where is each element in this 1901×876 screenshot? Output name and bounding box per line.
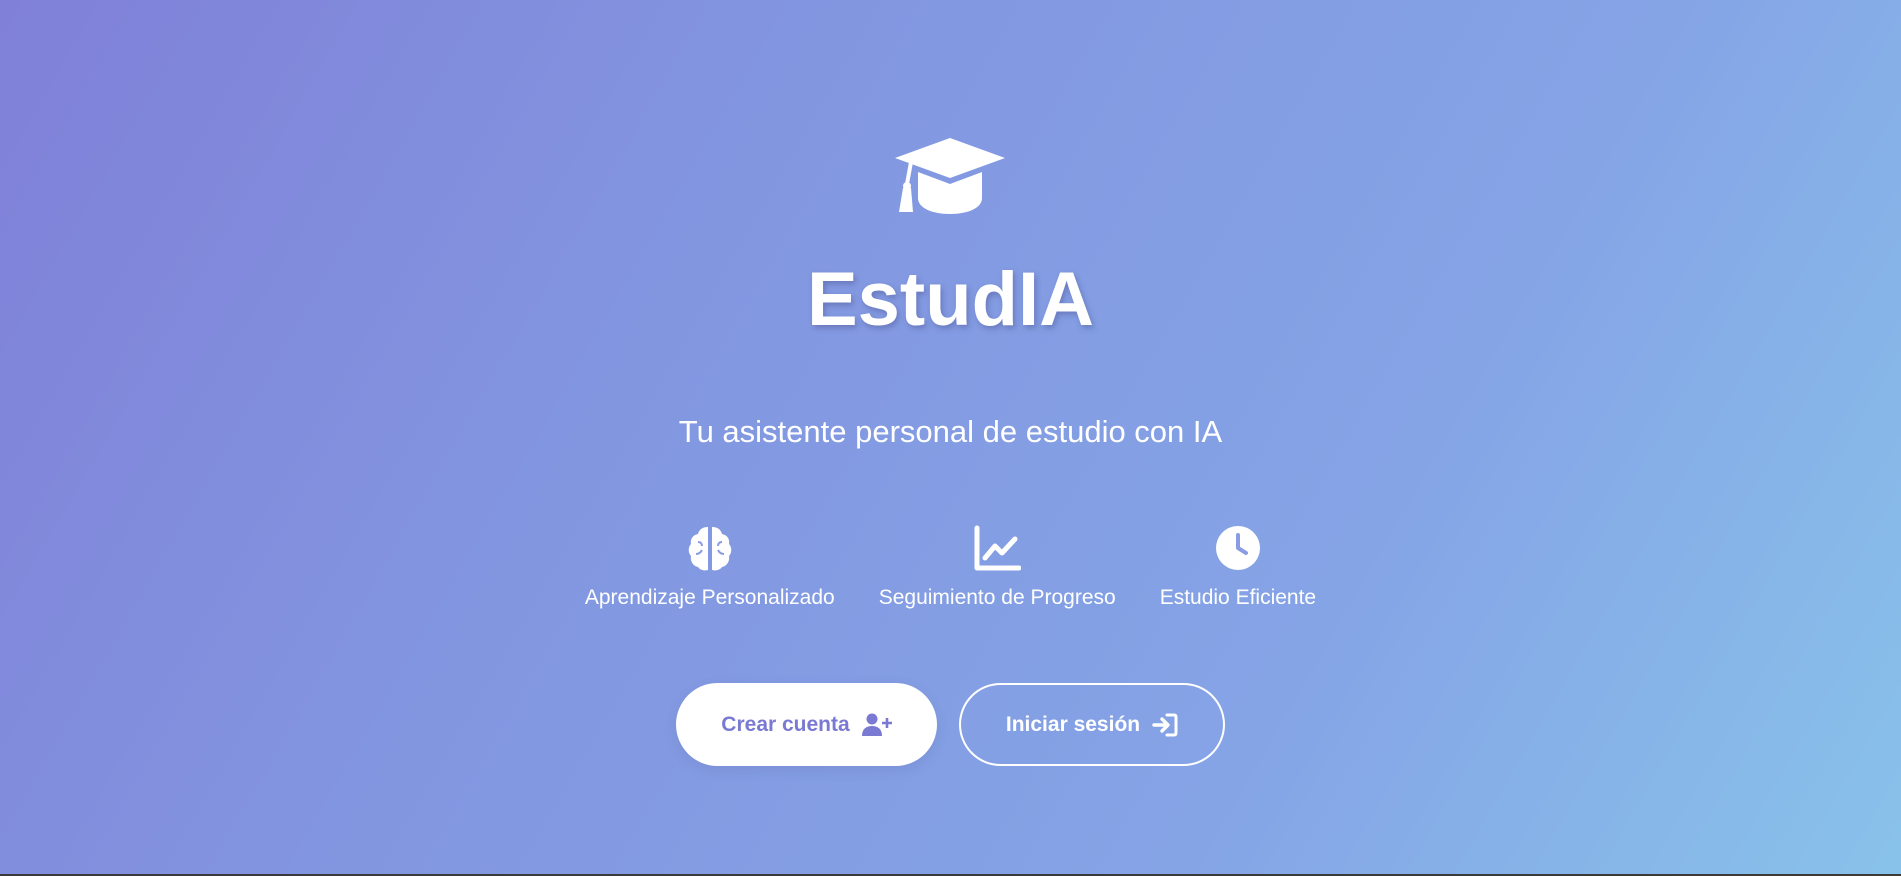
- feature-label: Estudio Eficiente: [1159, 586, 1317, 609]
- login-button[interactable]: Iniciar sesión: [959, 683, 1225, 766]
- login-label: Iniciar sesión: [1005, 712, 1141, 736]
- graduation-cap-icon: [895, 138, 1005, 214]
- auth-actions: Crear cuenta Iniciar sesión: [0, 683, 1901, 766]
- app-subtitle: Tu asistente personal de estudio con IA: [678, 414, 1223, 449]
- brain-icon: [688, 527, 732, 571]
- app-title: EstudIA: [806, 257, 1095, 342]
- create-account-label: Crear cuenta: [721, 712, 850, 736]
- feature-item-personalized: Aprendizaje Personalizado: [585, 524, 835, 612]
- user-plus-icon: [861, 713, 892, 736]
- clock-icon: [1215, 526, 1260, 570]
- feature-item-efficient: Estudio Eficiente: [1160, 524, 1316, 612]
- create-account-button[interactable]: Crear cuenta: [676, 683, 937, 766]
- chart-line-icon: [974, 525, 1022, 571]
- feature-item-progress: Seguimiento de Progreso: [879, 524, 1116, 612]
- features-list: Aprendizaje Personalizado Seguimiento de…: [0, 524, 1901, 612]
- feature-label: Seguimiento de Progreso: [878, 586, 1116, 609]
- feature-label: Aprendizaje Personalizado: [584, 586, 835, 609]
- sign-in-icon: [1152, 713, 1178, 736]
